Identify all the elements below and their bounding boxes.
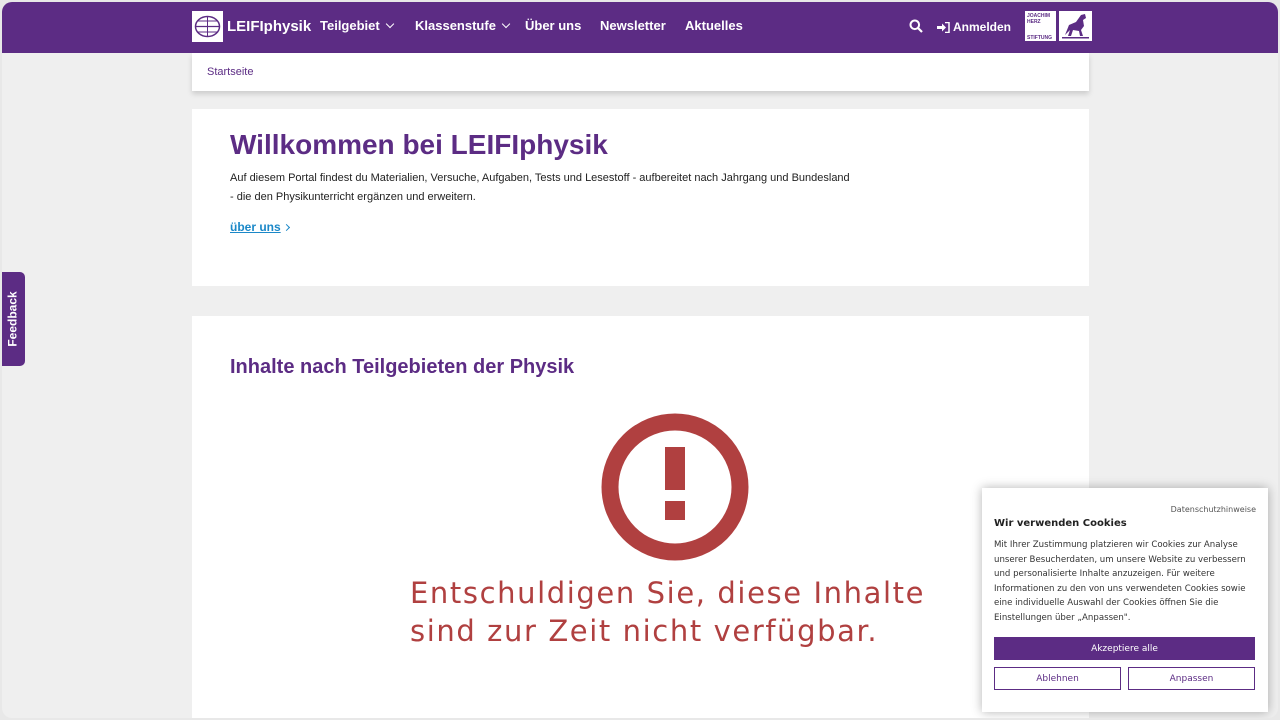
error-exclamation-icon [601,413,749,561]
page-title: Willkommen bei LEIFIphysik [230,129,608,160]
nav-newsletter[interactable]: Newsletter [600,18,666,33]
browser-viewport: LEIFIphysik Teilgebiet Klassenstufe Über… [2,2,1278,718]
nav-aktuelles[interactable]: Aktuelles [685,18,743,33]
welcome-text: Auf diesem Portal findest du Materialien… [230,172,850,203]
nav-teilgebiet[interactable]: Teilgebiet [320,18,394,33]
feedback-tab[interactable]: Feedback [2,272,25,366]
foundation-line: HERZ [1027,19,1041,25]
chevron-down-icon [501,19,511,28]
unavailable-message-line: Entschuldigen Sie, diese Inhalte [410,576,926,610]
feedback-label: Feedback [5,291,20,347]
welcome-section: Willkommen bei LEIFIphysik Auf diesem Po… [192,109,1089,286]
accept-all-button[interactable]: Akzeptiere alle [994,637,1255,660]
breadcrumb: Startseite [192,53,1089,91]
chevron-right-icon [282,223,290,232]
login-button[interactable]: Anmelden [937,20,1011,34]
site-logo[interactable]: LEIFIphysik [192,11,311,42]
accept-all-label: Akzeptiere alle [1091,643,1158,654]
unavailable-message: Entschuldigen Sie, diese Inhalte sind zu… [410,574,925,650]
search-icon[interactable] [909,19,923,33]
about-us-link-label: über uns [230,220,281,234]
top-navigation: LEIFIphysik Teilgebiet Klassenstufe Über… [2,2,1278,53]
cookie-consent-dialog: Datenschutzhinweise Wir verwenden Cookie… [982,488,1268,712]
chevron-down-icon [385,19,394,28]
foundation-line: STIFTUNG [1027,35,1052,41]
nav-label: Newsletter [600,18,666,33]
customize-button[interactable]: Anpassen [1128,667,1255,690]
horse-icon [1059,11,1092,41]
nav-label: Teilgebiet [320,18,380,33]
logo-text: LEIFIphysik [227,18,312,35]
login-label: Anmelden [953,20,1012,34]
breadcrumb-home-link[interactable]: Startseite [207,66,253,78]
nav-label: Aktuelles [685,18,743,33]
joachim-herz-stiftung-logo[interactable]: JOACHIM HERZ STIFTUNG [1025,11,1092,41]
nav-label: Über uns [525,18,582,33]
reject-button[interactable]: Ablehnen [994,667,1121,690]
nav-ueber-uns[interactable]: Über uns [525,18,581,33]
cookie-text: Mit Ihrer Zustimmung platzieren wir Cook… [994,540,1246,623]
privacy-notice-link[interactable]: Datenschutzhinweise [1171,505,1256,514]
logo-icon [192,11,223,42]
nav-label: Klassenstufe [415,18,496,33]
reject-label: Ablehnen [1036,673,1079,684]
cookie-title: Wir verwenden Cookies [994,518,1127,529]
topics-section: Inhalte nach Teilgebieten der Physik Ent… [192,316,1089,718]
customize-label: Anpassen [1169,673,1214,684]
sign-in-icon [937,21,950,33]
about-us-link[interactable]: über uns [230,220,290,234]
section-title: Inhalte nach Teilgebieten der Physik [230,356,575,378]
nav-klassenstufe[interactable]: Klassenstufe [415,18,511,33]
foundation-wordmark: JOACHIM HERZ STIFTUNG [1025,11,1056,41]
unavailable-message-line: sind zur Zeit nicht verfügbar. [410,614,879,648]
